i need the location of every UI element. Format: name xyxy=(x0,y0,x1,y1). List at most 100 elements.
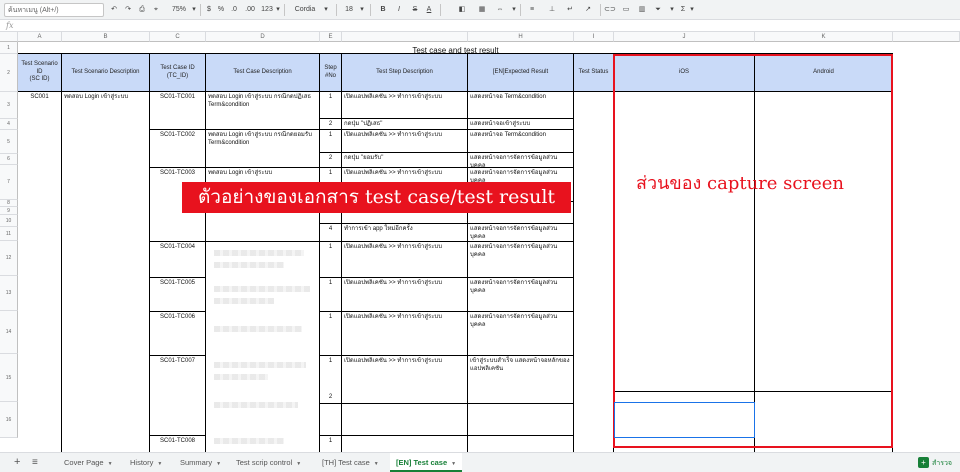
step-desc-cell[interactable]: ทำการเข้า app ใหม่อีกครั้ง xyxy=(342,224,468,242)
row-header[interactable]: 14 xyxy=(0,311,18,354)
column-header[interactable]: J xyxy=(614,32,755,42)
formula-bar[interactable]: fx xyxy=(0,20,960,32)
case-id-cell[interactable]: SC01-TC001 xyxy=(150,92,206,130)
expected-result-cell[interactable]: แสดงหน้าจอ Term&condition xyxy=(468,130,574,153)
header-expected[interactable]: [EN]Expected Result xyxy=(468,54,574,92)
row-header[interactable]: 3 xyxy=(0,92,18,119)
comment-icon[interactable]: ▭ xyxy=(620,3,632,17)
more-formats-button[interactable]: 123 xyxy=(260,3,274,17)
increase-decimal-button[interactable]: .00 xyxy=(242,3,258,17)
header-scenario-id[interactable]: Test Scenario ID (SC ID) xyxy=(18,54,62,92)
status-column[interactable] xyxy=(574,92,614,452)
corner-cell[interactable] xyxy=(0,32,18,42)
print-icon[interactable]: ⎙ xyxy=(136,3,148,17)
borders-icon[interactable]: ▦ xyxy=(476,3,488,17)
row-header[interactable]: 8 xyxy=(0,200,18,207)
align-horizontal-icon[interactable]: ≡ xyxy=(526,3,538,17)
step-no-cell[interactable]: 1 xyxy=(320,278,342,312)
expected-result-cell[interactable]: แสดงหน้าจอการจัดการข้อมูลส่วนบุคคล xyxy=(468,153,574,168)
column-header[interactable]: K xyxy=(755,32,893,42)
expected-result-cell[interactable]: แสดงหน้าจอการจัดการข้อมูลส่วนบุคคล xyxy=(468,242,574,278)
column-header[interactable]: I xyxy=(574,32,614,42)
row-header[interactable]: 2 xyxy=(0,54,18,92)
step-no-cell[interactable]: 2 xyxy=(320,153,342,168)
step-desc-cell[interactable]: เปิดแอปพลิเคชัน >> ทำการเข้าสู่ระบบ xyxy=(342,92,468,119)
row-header[interactable]: 9 xyxy=(0,207,18,215)
column-header[interactable] xyxy=(342,32,468,42)
step-no-cell[interactable]: 2 xyxy=(320,392,342,436)
align-vertical-icon[interactable]: ⊥ xyxy=(546,3,558,17)
row-header[interactable]: 11 xyxy=(0,227,18,241)
italic-button[interactable]: I xyxy=(394,3,404,17)
filter-icon[interactable]: ⏷ xyxy=(652,3,664,17)
scenario-id-cell[interactable]: SC001 xyxy=(18,92,62,452)
row-header[interactable]: 6 xyxy=(0,154,18,165)
header-scenario-desc[interactable]: Test Scenario Description xyxy=(62,54,150,92)
scenario-desc-cell[interactable]: ทดสอบ Login เข้าสู่ระบบ xyxy=(62,92,150,452)
percent-button[interactable]: % xyxy=(216,3,226,17)
step-desc-cell[interactable]: เปิดแอปพลิเคชัน >> ทำการเข้าสู่ระบบ xyxy=(342,312,468,356)
column-header[interactable] xyxy=(893,32,960,42)
text-wrap-icon[interactable]: ↵ xyxy=(564,3,576,17)
undo-icon[interactable]: ↶ xyxy=(108,3,120,17)
merge-cells-icon[interactable]: ⇔ xyxy=(494,3,506,17)
case-desc-cell[interactable]: ทดสอบ Login เข้าสู่ระบบ กรณีกดปฏิเสธ Ter… xyxy=(206,92,320,130)
row-header[interactable]: 5 xyxy=(0,130,18,154)
case-id-cell[interactable]: SC01-TC007 xyxy=(150,356,206,436)
link-icon[interactable]: ⊂⊃ xyxy=(604,3,616,17)
step-desc-cell[interactable]: กดปุ่ม "ปฏิเสธ" xyxy=(342,119,468,130)
bold-button[interactable]: B xyxy=(378,3,388,17)
expected-result-cell[interactable]: แสดงหน้าจอเข้าสู่ระบบ xyxy=(468,119,574,130)
case-id-cell[interactable]: SC01-TC008 xyxy=(150,436,206,452)
header-step-desc[interactable]: Test Step Description xyxy=(342,54,468,92)
row-header[interactable]: 16 xyxy=(0,402,18,438)
header-status[interactable]: Test Status xyxy=(574,54,614,92)
step-desc-cell[interactable]: เปิดแอปพลิเคชัน >> ทำการเข้าสู่ระบบ xyxy=(342,242,468,278)
step-desc-cell[interactable] xyxy=(342,436,468,452)
functions-button[interactable]: Σ xyxy=(678,3,688,17)
column-header[interactable]: C xyxy=(150,32,206,42)
paint-format-icon[interactable]: ⌖ xyxy=(150,3,162,17)
case-id-cell[interactable]: SC01-TC005 xyxy=(150,278,206,312)
redo-icon[interactable]: ↷ xyxy=(122,3,134,17)
all-sheets-icon[interactable]: ≡ xyxy=(26,453,44,472)
header-step-no[interactable]: Step #No xyxy=(320,54,342,92)
add-sheet-icon[interactable]: + xyxy=(8,453,26,472)
step-no-cell[interactable]: 1 xyxy=(320,242,342,278)
fill-color-icon[interactable]: ◧ xyxy=(456,3,468,17)
column-header[interactable]: B xyxy=(62,32,150,42)
menu-search-box[interactable]: ค้นหาเมนู (Alt+/) xyxy=(4,3,104,17)
expected-result-cell[interactable] xyxy=(468,392,574,436)
header-case-desc[interactable]: Test Case Description xyxy=(206,54,320,92)
tab-test-script-control[interactable]: Test scrip control ▼ xyxy=(230,453,307,472)
expected-result-cell[interactable] xyxy=(468,436,574,452)
step-no-cell[interactable]: 2 xyxy=(320,119,342,130)
case-desc-cell[interactable]: ทดสอบ Login เข้าสู่ระบบ กรณีกดยอมรับ Ter… xyxy=(206,130,320,168)
row-header[interactable]: 1 xyxy=(0,42,18,54)
row-header[interactable]: 7 xyxy=(0,165,18,200)
column-header[interactable]: E xyxy=(320,32,342,42)
row-header[interactable]: 13 xyxy=(0,276,18,311)
expected-result-cell[interactable]: แสดงหน้าจอการจัดการข้อมูลส่วนบุคคล xyxy=(468,312,574,356)
step-no-cell[interactable]: 1 xyxy=(320,436,342,452)
decrease-decimal-button[interactable]: .0 xyxy=(228,3,240,17)
chart-icon[interactable]: ▥ xyxy=(636,3,648,17)
expected-result-cell[interactable]: แสดงหน้าจอ Term&condition xyxy=(468,92,574,119)
expected-result-cell[interactable]: แสดงหน้าจอการจัดการข้อมูลส่วนบุคคล xyxy=(468,278,574,312)
sheet-title[interactable]: Test case and test result xyxy=(18,42,893,54)
row-header[interactable]: 15 xyxy=(0,354,18,402)
explore-button[interactable]: + สำรวจ xyxy=(918,457,952,469)
step-no-cell[interactable]: 1 xyxy=(320,130,342,153)
step-desc-cell[interactable]: เปิดแอปพลิเคชัน >> ทำการเข้าสู่ระบบ xyxy=(342,130,468,153)
text-rotation-icon[interactable]: ↗ xyxy=(582,3,594,17)
step-no-cell[interactable]: 1 xyxy=(320,312,342,356)
column-header[interactable]: D xyxy=(206,32,320,42)
step-desc-cell[interactable] xyxy=(342,392,468,436)
case-id-cell[interactable]: SC01-TC002 xyxy=(150,130,206,168)
step-desc-cell[interactable]: เปิดแอปพลิเคชัน >> ทำการเข้าสู่ระบบ xyxy=(342,278,468,312)
zoom-select[interactable]: 75% xyxy=(168,3,190,17)
selected-cell[interactable] xyxy=(614,402,755,438)
step-no-cell[interactable]: 4 xyxy=(320,224,342,242)
column-header[interactable]: H xyxy=(468,32,574,42)
tab-th-test-case[interactable]: [TH] Test case ▼ xyxy=(316,453,385,472)
